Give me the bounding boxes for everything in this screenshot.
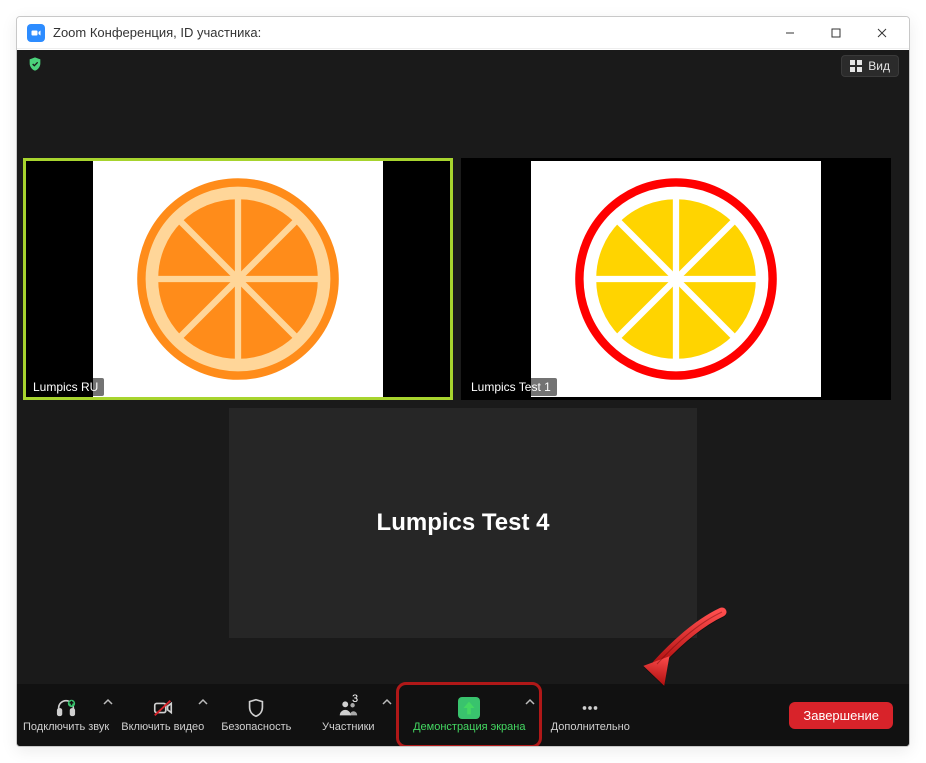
toolbar-label: Участники — [322, 721, 375, 733]
participants-gallery: Lumpics RU — [23, 158, 903, 400]
titlebar: Zoom Конференция, ID участника: — [17, 17, 909, 49]
toolbar-label: Безопасность — [221, 721, 291, 733]
active-speaker-frame[interactable]: Lumpics Test 4 — [229, 408, 697, 638]
minimize-button[interactable] — [767, 17, 813, 49]
chevron-up-icon[interactable] — [525, 697, 535, 710]
participant-tile[interactable]: Lumpics RU — [23, 158, 453, 400]
toolbar-label: Демонстрация экрана — [413, 721, 525, 733]
avatar-yellow-icon — [571, 174, 781, 384]
chevron-up-icon[interactable] — [382, 697, 392, 710]
end-meeting-button[interactable]: Завершение — [789, 702, 893, 729]
video-off-icon — [152, 697, 174, 719]
share-screen-button[interactable]: Демонстрация экрана — [401, 687, 537, 743]
zoom-logo-icon — [27, 24, 45, 42]
security-button[interactable]: Безопасность — [210, 687, 302, 743]
toolbar-label: Включить видео — [121, 721, 204, 733]
grid-icon — [850, 60, 862, 72]
join-audio-button[interactable]: Подключить звук — [17, 687, 115, 743]
participant-name-badge: Lumpics RU — [27, 378, 104, 396]
avatar-orange-icon — [133, 174, 343, 384]
toolbar-label: Подключить звук — [23, 721, 109, 733]
toolbar-label: Дополнительно — [551, 721, 630, 733]
encryption-shield-icon[interactable] — [27, 56, 43, 77]
chevron-up-icon[interactable] — [103, 697, 113, 710]
share-screen-icon — [458, 697, 480, 719]
meeting-area: Вид — [17, 50, 909, 746]
view-mode-label: Вид — [868, 59, 890, 73]
more-horizontal-icon — [579, 697, 601, 719]
app-window: Zoom Конференция, ID участника: Вид — [16, 16, 910, 747]
participants-button[interactable]: 3 Участники — [302, 687, 394, 743]
maximize-button[interactable] — [813, 17, 859, 49]
window-title: Zoom Конференция, ID участника: — [53, 25, 261, 40]
more-button[interactable]: Дополнительно — [544, 687, 636, 743]
participant-tile[interactable]: Lumpics Test 1 — [461, 158, 891, 400]
start-video-button[interactable]: Включить видео — [115, 687, 210, 743]
participants-count: 3 — [352, 693, 358, 705]
participant-name-badge: Lumpics Test 1 — [465, 378, 557, 396]
close-button[interactable] — [859, 17, 905, 49]
chevron-up-icon[interactable] — [198, 697, 208, 710]
active-speaker-name: Lumpics Test 4 — [377, 509, 550, 537]
shield-icon — [245, 697, 267, 719]
meeting-toolbar: Подключить звук Включить видео Безопасно… — [17, 684, 909, 746]
share-screen-highlight: Демонстрация экрана — [396, 682, 542, 747]
headphones-icon — [55, 697, 77, 719]
view-mode-button[interactable]: Вид — [841, 55, 899, 77]
meeting-topbar: Вид — [17, 50, 909, 82]
